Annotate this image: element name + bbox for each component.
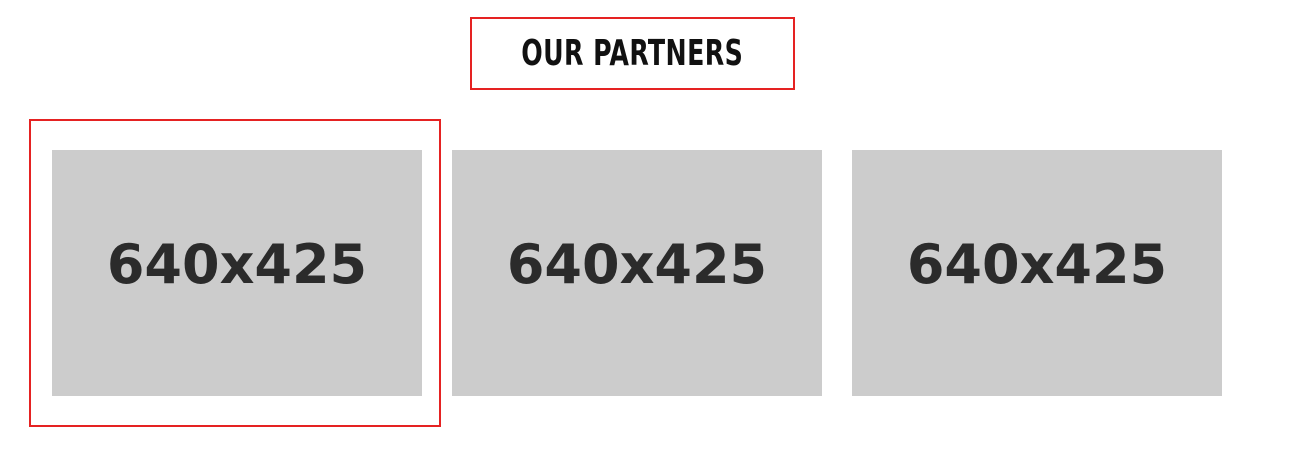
partner-placeholder-label: 640x425 bbox=[106, 232, 368, 296]
section-title-box: OUR PARTNERS bbox=[470, 17, 795, 90]
partner-logo-3[interactable]: 640x425 bbox=[852, 150, 1222, 396]
section-title: OUR PARTNERS bbox=[521, 33, 744, 74]
partner-placeholder-label: 640x425 bbox=[906, 232, 1168, 296]
partner-logo-1[interactable]: 640x425 bbox=[52, 150, 422, 396]
partner-logo-2[interactable]: 640x425 bbox=[452, 150, 822, 396]
partner-placeholder-label: 640x425 bbox=[506, 232, 768, 296]
